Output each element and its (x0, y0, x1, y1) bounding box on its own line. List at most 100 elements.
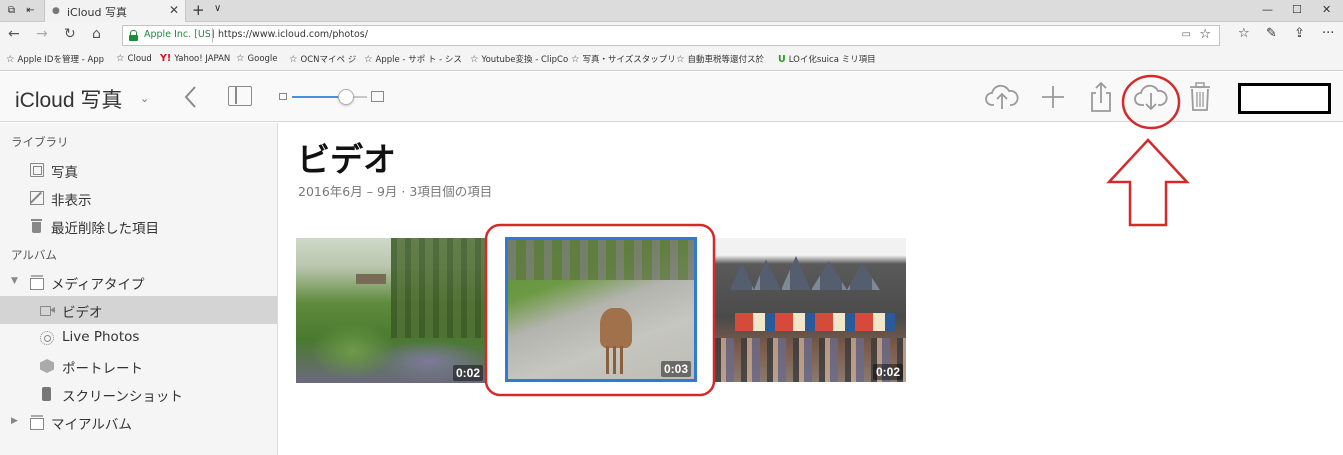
screenshot-icon (40, 387, 54, 401)
web-note-icon[interactable]: ✎ (1266, 26, 1277, 41)
thumbnail-image-detail (600, 308, 632, 374)
tab-close-icon[interactable]: ✕ (169, 3, 179, 17)
share-icon[interactable] (1084, 81, 1118, 113)
chevron-down-icon[interactable]: ⌄ (140, 92, 149, 105)
video-duration: 0:02 (872, 364, 903, 380)
sidebar: ライブラリ 写真 非表示 最近削除した項目 アルバム ▼ メディアタイプ ビデオ… (0, 123, 278, 455)
star-icon: ☆ (6, 54, 15, 65)
favorite-link[interactable]: ☆ Cloud (116, 53, 152, 64)
favorite-link[interactable]: ☆ Apple IDを管理 - App (6, 53, 104, 65)
sidebar-item-label: 非表示 (51, 193, 92, 209)
zoom-slider-knob[interactable] (338, 89, 354, 105)
url-text[interactable]: https://www.icloud.com/photos/ (218, 29, 368, 40)
download-cloud-icon[interactable] (1134, 81, 1168, 113)
disclosure-right-icon[interactable]: ▶ (11, 416, 18, 426)
favorite-link[interactable]: ☆ Youtube変換 - ClipCo (470, 53, 568, 65)
sidebar-item-recently-deleted[interactable]: 最近削除した項目 (0, 212, 277, 240)
star-icon: ☆ (470, 54, 479, 65)
certificate-org-label[interactable]: Apple Inc. [US] (144, 29, 215, 40)
video-icon (40, 303, 55, 317)
zoom-out-icon[interactable] (279, 93, 287, 100)
video-thumbnail[interactable]: 0:02 (296, 238, 486, 383)
video-thumbnail[interactable]: 0:02 (715, 238, 906, 382)
favorite-link[interactable]: ☆ Google (236, 53, 278, 64)
star-icon: ☆ (289, 54, 298, 65)
favorite-star-icon[interactable]: ☆ (1199, 27, 1211, 42)
apple-favicon-icon: ● (52, 6, 60, 16)
window-close-button[interactable]: ✕ (1322, 3, 1331, 16)
video-thumbnail-selected[interactable]: 0:03 (505, 237, 697, 382)
zoom-slider[interactable] (292, 89, 367, 105)
new-tab-button[interactable]: + (192, 1, 205, 19)
yahoo-icon: Y! (160, 53, 172, 64)
disclosure-down-icon[interactable]: ▼ (11, 276, 18, 286)
sidebar-item-live-photos[interactable]: Live Photos (0, 324, 277, 352)
page-title: ビデオ (297, 141, 396, 178)
url-field[interactable]: Apple Inc. [US] https://www.icloud.com/p… (122, 25, 1220, 46)
forward-arrow-icon[interactable]: → (36, 26, 48, 42)
redacted-account-box (1238, 83, 1331, 114)
sidebar-item-photos[interactable]: 写真 (0, 156, 277, 184)
upload-cloud-icon[interactable] (985, 81, 1019, 113)
sidebar-item-portrait[interactable]: ポートレート (0, 352, 277, 380)
reading-view-icon[interactable]: ▭ (1182, 29, 1191, 40)
trash-icon (30, 219, 44, 233)
star-icon: ☆ (236, 53, 245, 64)
library-heading: ライブラリ (11, 135, 69, 149)
sidebar-item-label: ビデオ (62, 305, 103, 321)
sidebar-item-screenshots[interactable]: スクリーンショット (0, 380, 277, 408)
albums-heading: アルバム (11, 248, 57, 262)
back-arrow-icon[interactable]: ← (8, 26, 20, 42)
star-icon: ☆ (571, 54, 580, 65)
sidebar-item-my-albums[interactable]: ▶ マイアルバム (0, 408, 277, 436)
star-icon: ☆ (676, 54, 685, 65)
sidebar-item-media-types[interactable]: ▼ メディアタイプ (0, 268, 277, 296)
thumbnail-image-detail (735, 313, 895, 331)
app-title[interactable]: iCloud 写真 (15, 84, 122, 114)
sidebar-item-hidden[interactable]: 非表示 (0, 184, 277, 212)
zoom-in-icon[interactable] (371, 91, 384, 102)
favorite-link[interactable]: ☆ OCNマイペ ジ (289, 53, 356, 65)
thumbnail-image-detail (508, 240, 694, 280)
refresh-icon[interactable]: ↻ (64, 26, 76, 42)
favorite-link[interactable]: Y! Yahoo! JAPAN (160, 53, 230, 64)
minimize-button[interactable]: — (1262, 3, 1273, 16)
favorite-link[interactable]: ☆ Apple - サポ ト - シス (364, 53, 462, 65)
favorites-hub-icon[interactable]: ☆ (1238, 26, 1250, 41)
photos-toolbar: iCloud 写真 ⌄ (0, 72, 1343, 122)
trash-icon[interactable] (1183, 81, 1217, 113)
tab-preview-button[interactable]: ∨ (214, 3, 221, 14)
favorite-link[interactable]: ☆ 自動車税等還付ス於 (676, 53, 764, 65)
sidebar-item-label: ポートレート (62, 361, 143, 377)
album-icon (30, 415, 44, 430)
tab-title: iCloud 写真 (67, 6, 127, 19)
favorite-link[interactable]: ☆ 写真・サイズスタップリ (571, 53, 676, 65)
url-separator (212, 28, 213, 43)
more-menu-icon[interactable]: ··· (1322, 26, 1334, 41)
sidebar-item-label: メディアタイプ (51, 277, 145, 293)
sidebar-item-videos[interactable]: ビデオ (0, 296, 277, 324)
favorites-bar: ☆ Apple IDを管理 - App ☆ Cloud Y! Yahoo! JAPAN… (0, 48, 1343, 71)
favorite-link[interactable]: U LOイ化suica ミリ項目 (778, 53, 876, 65)
live-photos-icon (40, 331, 54, 345)
page-subtitle: 2016年6月 – 9月 · 3項目個の項目 (298, 184, 493, 199)
video-duration: 0:03 (660, 361, 691, 377)
lock-icon (129, 30, 138, 41)
add-icon[interactable] (1036, 81, 1070, 113)
back-chevron-icon[interactable] (183, 85, 199, 109)
browser-tab-strip: ⧉ ⇤ ● iCloud 写真 ✕ + ∨ — ☐ ✕ (0, 0, 1343, 22)
sidebar-item-label: マイアルバム (51, 417, 132, 433)
hidden-icon (30, 191, 44, 205)
home-icon[interactable]: ⌂ (92, 26, 101, 42)
sidebar-item-label: 写真 (51, 165, 78, 181)
browser-tab-icloud-photos[interactable]: ● iCloud 写真 ✕ (44, 0, 186, 22)
share-icon[interactable]: ⇪ (1294, 26, 1305, 41)
sidebar-item-label: Live Photos (62, 329, 140, 345)
sidebar-toggle-icon[interactable] (228, 86, 252, 106)
thumbnail-image-detail (356, 274, 386, 284)
portrait-icon (40, 359, 54, 373)
up-arrow-annotation (1106, 138, 1190, 227)
maximize-button[interactable]: ☐ (1292, 3, 1302, 16)
tab-manager-icon[interactable]: ⧉ (5, 4, 18, 17)
set-aside-tabs-icon[interactable]: ⇤ (24, 4, 37, 17)
